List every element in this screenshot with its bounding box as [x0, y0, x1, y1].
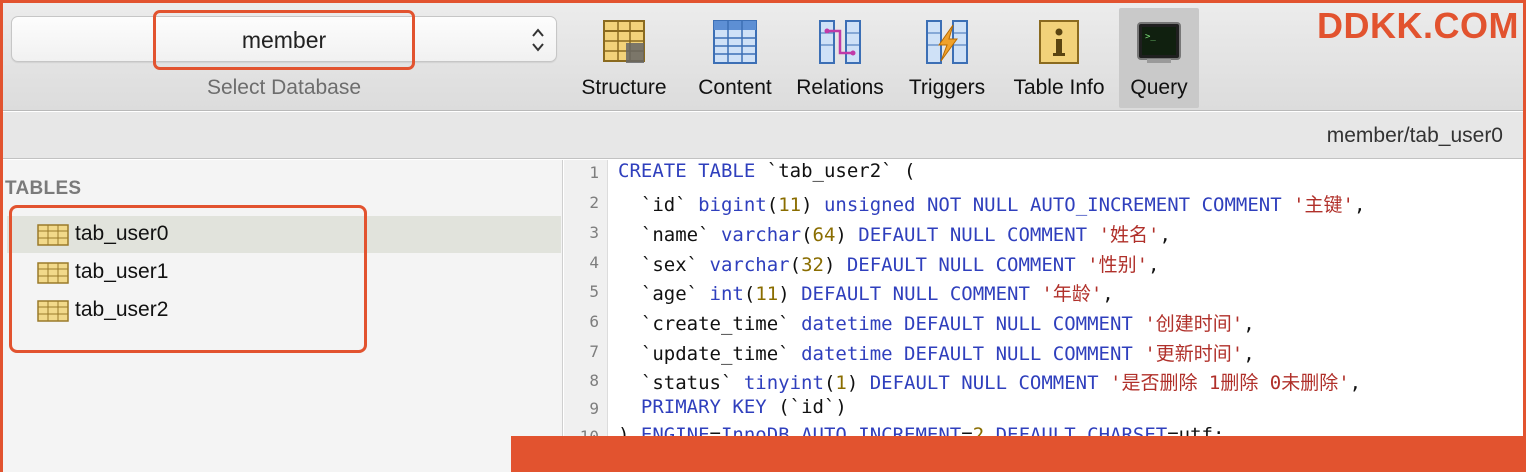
svg-text:>_: >_ [1145, 32, 1156, 42]
line-number: 9 [589, 399, 599, 418]
structure-label: Structure [581, 76, 667, 99]
current-path: member/tab_user0 [1326, 124, 1503, 147]
line-number: 1 [589, 163, 599, 182]
content-button[interactable]: Content [687, 13, 783, 107]
code-line: `name` varchar(64) DEFAULT NULL COMMENT … [640, 224, 1171, 246]
line-number: 5 [589, 282, 599, 301]
chevron-updown-icon [532, 28, 544, 52]
line-number: 3 [589, 223, 599, 242]
code-line: `age` int(11) DEFAULT NULL COMMENT '年龄', [640, 283, 1114, 305]
content-label: Content [698, 76, 772, 99]
tables-sidebar: TABLES tab_user0 tab_user1 tab_user2 [3, 160, 563, 472]
path-bar: member/tab_user0 [3, 112, 1523, 159]
line-number: 4 [589, 253, 599, 272]
triggers-label: Triggers [908, 76, 986, 99]
structure-button[interactable]: Structure [571, 13, 677, 107]
toolbar: member Select Database Structure Content… [3, 3, 1523, 111]
triggers-icon [926, 20, 968, 64]
table-info-label: Table Info [1013, 76, 1105, 99]
brand-watermark: DDKK.COM [1317, 5, 1519, 46]
relations-icon [819, 20, 861, 64]
structure-icon [603, 20, 645, 63]
code-line: `id` bigint(11) unsigned NOT NULL AUTO_I… [640, 194, 1366, 216]
bottom-overlay-bar [511, 436, 1523, 472]
tables-header: TABLES [5, 178, 82, 199]
code-line: PRIMARY KEY (`id`) [640, 396, 847, 418]
line-number: 2 [589, 193, 599, 212]
app-window: member Select Database Structure Content… [0, 0, 1526, 472]
line-number: 8 [589, 371, 599, 390]
database-caption: Select Database [206, 76, 362, 99]
line-number: 6 [589, 312, 599, 331]
code-line: `status` tinyint(1) DEFAULT NULL COMMENT… [640, 372, 1362, 394]
triggers-button[interactable]: Triggers [899, 13, 995, 107]
tables-highlight-box [9, 205, 367, 353]
query-editor[interactable]: 1 2 3 4 5 6 7 8 9 10 CREATE TABLE `tab_u… [564, 160, 1523, 472]
code-line: `update_time` datetime DEFAULT NULL COMM… [640, 343, 1255, 365]
relations-label: Relations [796, 76, 884, 99]
relations-button[interactable]: Relations [789, 13, 891, 107]
content-icon [713, 20, 757, 64]
table-info-icon [1039, 20, 1079, 64]
database-highlight-box [153, 10, 415, 70]
code-line: `create_time` datetime DEFAULT NULL COMM… [640, 313, 1255, 335]
table-info-button[interactable]: Table Info [1003, 13, 1115, 107]
code-line: `sex` varchar(32) DEFAULT NULL COMMENT '… [640, 254, 1160, 276]
query-button[interactable]: >_ Query [1119, 8, 1199, 108]
line-number-gutter: 1 2 3 4 5 6 7 8 9 10 [564, 160, 608, 472]
query-icon: >_ [1137, 22, 1181, 63]
query-label: Query [1130, 76, 1188, 99]
code-line: CREATE TABLE `tab_user2` ( [618, 160, 916, 182]
line-number: 7 [589, 342, 599, 361]
